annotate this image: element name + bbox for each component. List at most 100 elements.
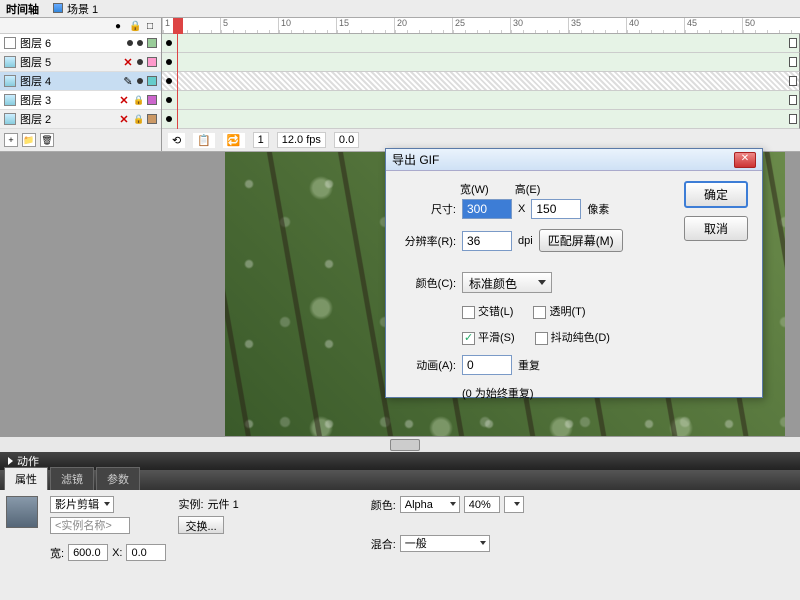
dither-checkbox[interactable] xyxy=(535,332,548,345)
frame-row[interactable] xyxy=(162,91,800,110)
width-input[interactable] xyxy=(462,199,512,219)
layer-row[interactable]: 图层 4 ✎ xyxy=(0,72,161,91)
tab-filters[interactable]: 滤镜 xyxy=(50,467,94,490)
layer-row[interactable]: 图层 2 ✕ 🔒 xyxy=(0,110,161,129)
pencil-icon: ✎ xyxy=(123,75,133,88)
px-label: 像素 xyxy=(587,201,609,217)
color-label: 颜色(C): xyxy=(400,275,456,291)
ruler-mark: 1 xyxy=(162,18,220,33)
scene-label[interactable]: 场景 1 xyxy=(53,1,98,17)
hint-text: (0 为始终重复) xyxy=(462,385,534,401)
resolution-input[interactable] xyxy=(462,231,512,251)
width-label: 宽: xyxy=(50,545,64,561)
match-screen-button[interactable]: 匹配屏幕(M) xyxy=(539,229,623,252)
layer-row[interactable]: 图层 6 xyxy=(0,34,161,53)
add-folder-icon[interactable]: 📁 xyxy=(22,133,36,147)
blend-combo[interactable]: 一般 xyxy=(400,535,490,552)
movieclip-icon xyxy=(4,56,16,68)
color-effect-combo[interactable]: Alpha xyxy=(400,496,460,513)
ok-button[interactable]: 确定 xyxy=(684,181,748,208)
x-field[interactable]: 0.0 xyxy=(126,544,166,561)
color-combo[interactable]: 标准颜色 xyxy=(462,272,552,293)
outline-icon[interactable]: □ xyxy=(145,21,155,31)
current-frame: 1 xyxy=(253,132,269,148)
interlace-checkbox[interactable] xyxy=(462,306,475,319)
x-icon: ✕ xyxy=(119,94,129,107)
ruler-mark: 45 xyxy=(684,18,742,33)
eye-icon[interactable]: ● xyxy=(113,21,123,31)
layer-tools: + 📁 🗑 xyxy=(0,129,161,151)
color-swatch xyxy=(147,95,157,105)
color-swatch xyxy=(147,57,157,67)
size-label: 尺寸: xyxy=(400,201,456,217)
properties-panel: 影片剪辑 <实例名称> 宽: 600.0 X: 0.0 实例:元件 1 交换..… xyxy=(0,490,800,574)
dot-icon xyxy=(127,40,133,46)
x-icon: ✕ xyxy=(123,56,133,69)
export-gif-dialog: 导出 GIF ✕ 确定 取消 宽(W) 高(E) 尺寸: X 像素 分辨率(R)… xyxy=(385,148,763,398)
ruler-mark: 25 xyxy=(452,18,510,33)
instance-type-combo[interactable]: 影片剪辑 xyxy=(50,496,114,513)
transparent-checkbox[interactable] xyxy=(533,306,546,319)
layer-row[interactable]: 图层 3 ✕🔒 xyxy=(0,91,161,110)
resolution-label: 分辨率(R): xyxy=(400,233,456,249)
delete-layer-icon[interactable]: 🗑 xyxy=(40,133,54,147)
tab-properties[interactable]: 属性 xyxy=(4,467,48,490)
playhead[interactable] xyxy=(173,18,183,34)
timeline-ruler[interactable]: 1 5 10 15 20 25 30 35 40 45 50 xyxy=(162,18,800,34)
width-field[interactable]: 600.0 xyxy=(68,544,108,561)
ruler-mark: 20 xyxy=(394,18,452,33)
animation-label: 动画(A): xyxy=(400,357,456,373)
movieclip-icon xyxy=(4,113,16,125)
layer-icon xyxy=(4,37,16,49)
ruler-mark: 40 xyxy=(626,18,684,33)
instance-name-field[interactable]: <实例名称> xyxy=(50,517,130,534)
dialog-title: 导出 GIF xyxy=(392,151,734,168)
h-scrollbar[interactable] xyxy=(0,436,800,452)
layer-name: 图层 2 xyxy=(20,111,115,127)
layer-name: 图层 5 xyxy=(20,54,119,70)
lock-icon: 🔒 xyxy=(133,114,143,124)
layer-header: ● 🔒 □ xyxy=(0,18,161,34)
smooth-checkbox[interactable] xyxy=(462,332,475,345)
layer-row[interactable]: 图层 5 ✕ xyxy=(0,53,161,72)
instance-icon xyxy=(6,496,38,528)
triangle-icon xyxy=(8,457,13,465)
alpha-field[interactable]: 40% xyxy=(464,496,500,513)
ruler-mark: 35 xyxy=(568,18,626,33)
movieclip-icon xyxy=(4,75,16,87)
color-swatch xyxy=(147,76,157,86)
ruler-mark: 30 xyxy=(510,18,568,33)
dot-icon xyxy=(137,59,143,65)
timeline-tab[interactable]: 时间轴 xyxy=(6,1,39,17)
ruler-mark: 10 xyxy=(278,18,336,33)
x-icon: ✕ xyxy=(119,113,129,126)
frame-row[interactable] xyxy=(162,72,800,91)
dpi-label: dpi xyxy=(518,235,533,247)
close-icon[interactable]: ✕ xyxy=(734,152,756,168)
scrollbar-thumb[interactable] xyxy=(390,439,420,451)
frame-row[interactable] xyxy=(162,110,800,129)
alpha-stepper[interactable] xyxy=(504,496,524,513)
swap-button[interactable]: 交换... xyxy=(178,516,223,534)
layer-name: 图层 6 xyxy=(20,35,123,51)
movieclip-icon xyxy=(4,94,16,106)
tab-params[interactable]: 参数 xyxy=(96,467,140,490)
add-layer-icon[interactable]: + xyxy=(4,133,18,147)
animation-input[interactable] xyxy=(462,355,512,375)
dot-icon xyxy=(137,78,143,84)
ruler-mark: 50 xyxy=(742,18,800,33)
x-separator: X xyxy=(518,203,525,215)
frame-row[interactable] xyxy=(162,53,800,72)
x-label: X: xyxy=(112,547,122,559)
lock-icon[interactable]: 🔒 xyxy=(129,21,139,31)
frame-row[interactable] xyxy=(162,34,800,53)
fps-display: 12.0 fps xyxy=(277,132,326,148)
instance-label: 实例: xyxy=(178,496,203,512)
repeat-label: 重复 xyxy=(518,357,540,373)
time-display: 0.0 xyxy=(334,132,359,148)
height-input[interactable] xyxy=(531,199,581,219)
color-swatch xyxy=(147,114,157,124)
layer-name: 图层 4 xyxy=(20,73,119,89)
cancel-button[interactable]: 取消 xyxy=(684,216,748,241)
width-header: 宽(W) xyxy=(460,181,489,197)
